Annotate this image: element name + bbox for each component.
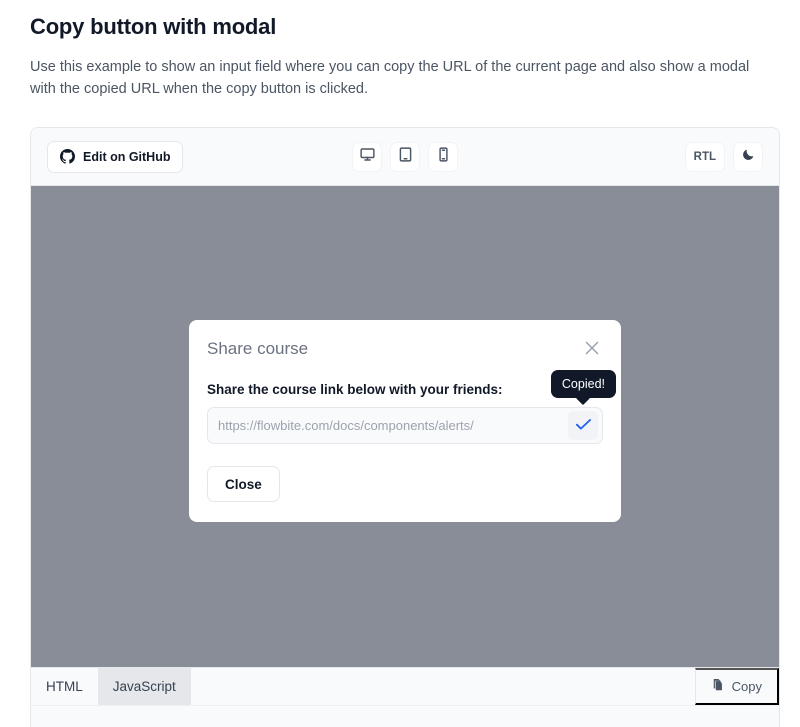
code-tabbar: HTML JavaScript Copy (31, 667, 779, 705)
tab-html[interactable]: HTML (31, 668, 98, 705)
github-icon (60, 149, 75, 164)
modal-close-button[interactable] (581, 338, 603, 360)
code-preview-strip (31, 705, 779, 727)
copied-tooltip: Copied! (550, 370, 616, 398)
copy-url-field: Copied! (207, 370, 616, 444)
preview-area: Share course Share the course link below… (31, 186, 779, 667)
modal-header: Share course (207, 338, 603, 360)
desktop-icon (359, 146, 376, 168)
example-toolbar: Edit on GitHub RTL (31, 128, 779, 186)
rtl-label: RTL (693, 150, 716, 163)
url-input[interactable] (218, 408, 568, 443)
edit-on-github-label: Edit on GitHub (83, 149, 171, 164)
share-link-label: Share the course link below with your fr… (207, 382, 503, 397)
copy-code-button[interactable]: Copy (694, 668, 779, 705)
modal-close-action-button[interactable]: Close (207, 466, 280, 502)
copy-code-label: Copy (731, 679, 762, 694)
share-course-modal: Share course Share the course link below… (189, 320, 621, 522)
page-header: Copy button with modal Use this example … (0, 0, 800, 101)
edit-on-github-button[interactable]: Edit on GitHub (47, 140, 184, 173)
close-icon (585, 341, 599, 358)
desktop-view-button[interactable] (352, 141, 382, 172)
rtl-toggle-button[interactable]: RTL (684, 141, 725, 172)
tab-javascript[interactable]: JavaScript (97, 668, 191, 705)
modal-title: Share course (207, 339, 309, 358)
clipboard-copy-icon (711, 678, 725, 695)
device-preview-group (352, 141, 458, 172)
moon-icon (741, 147, 756, 167)
toolbar-right-group: RTL (684, 141, 763, 172)
mobile-view-button[interactable] (428, 141, 458, 172)
example-frame: Edit on GitHub RTL Share course Share th… (30, 127, 780, 727)
dark-mode-toggle-button[interactable] (733, 141, 763, 172)
page-title: Copy button with modal (30, 14, 277, 39)
tabbar-spacer (191, 668, 695, 705)
check-icon (575, 417, 591, 435)
tablet-view-button[interactable] (390, 141, 420, 172)
page-description: Use this example to show an input field … (30, 59, 750, 98)
copy-to-clipboard-button[interactable] (568, 411, 598, 440)
mobile-icon (435, 146, 452, 168)
tablet-icon (397, 146, 414, 168)
